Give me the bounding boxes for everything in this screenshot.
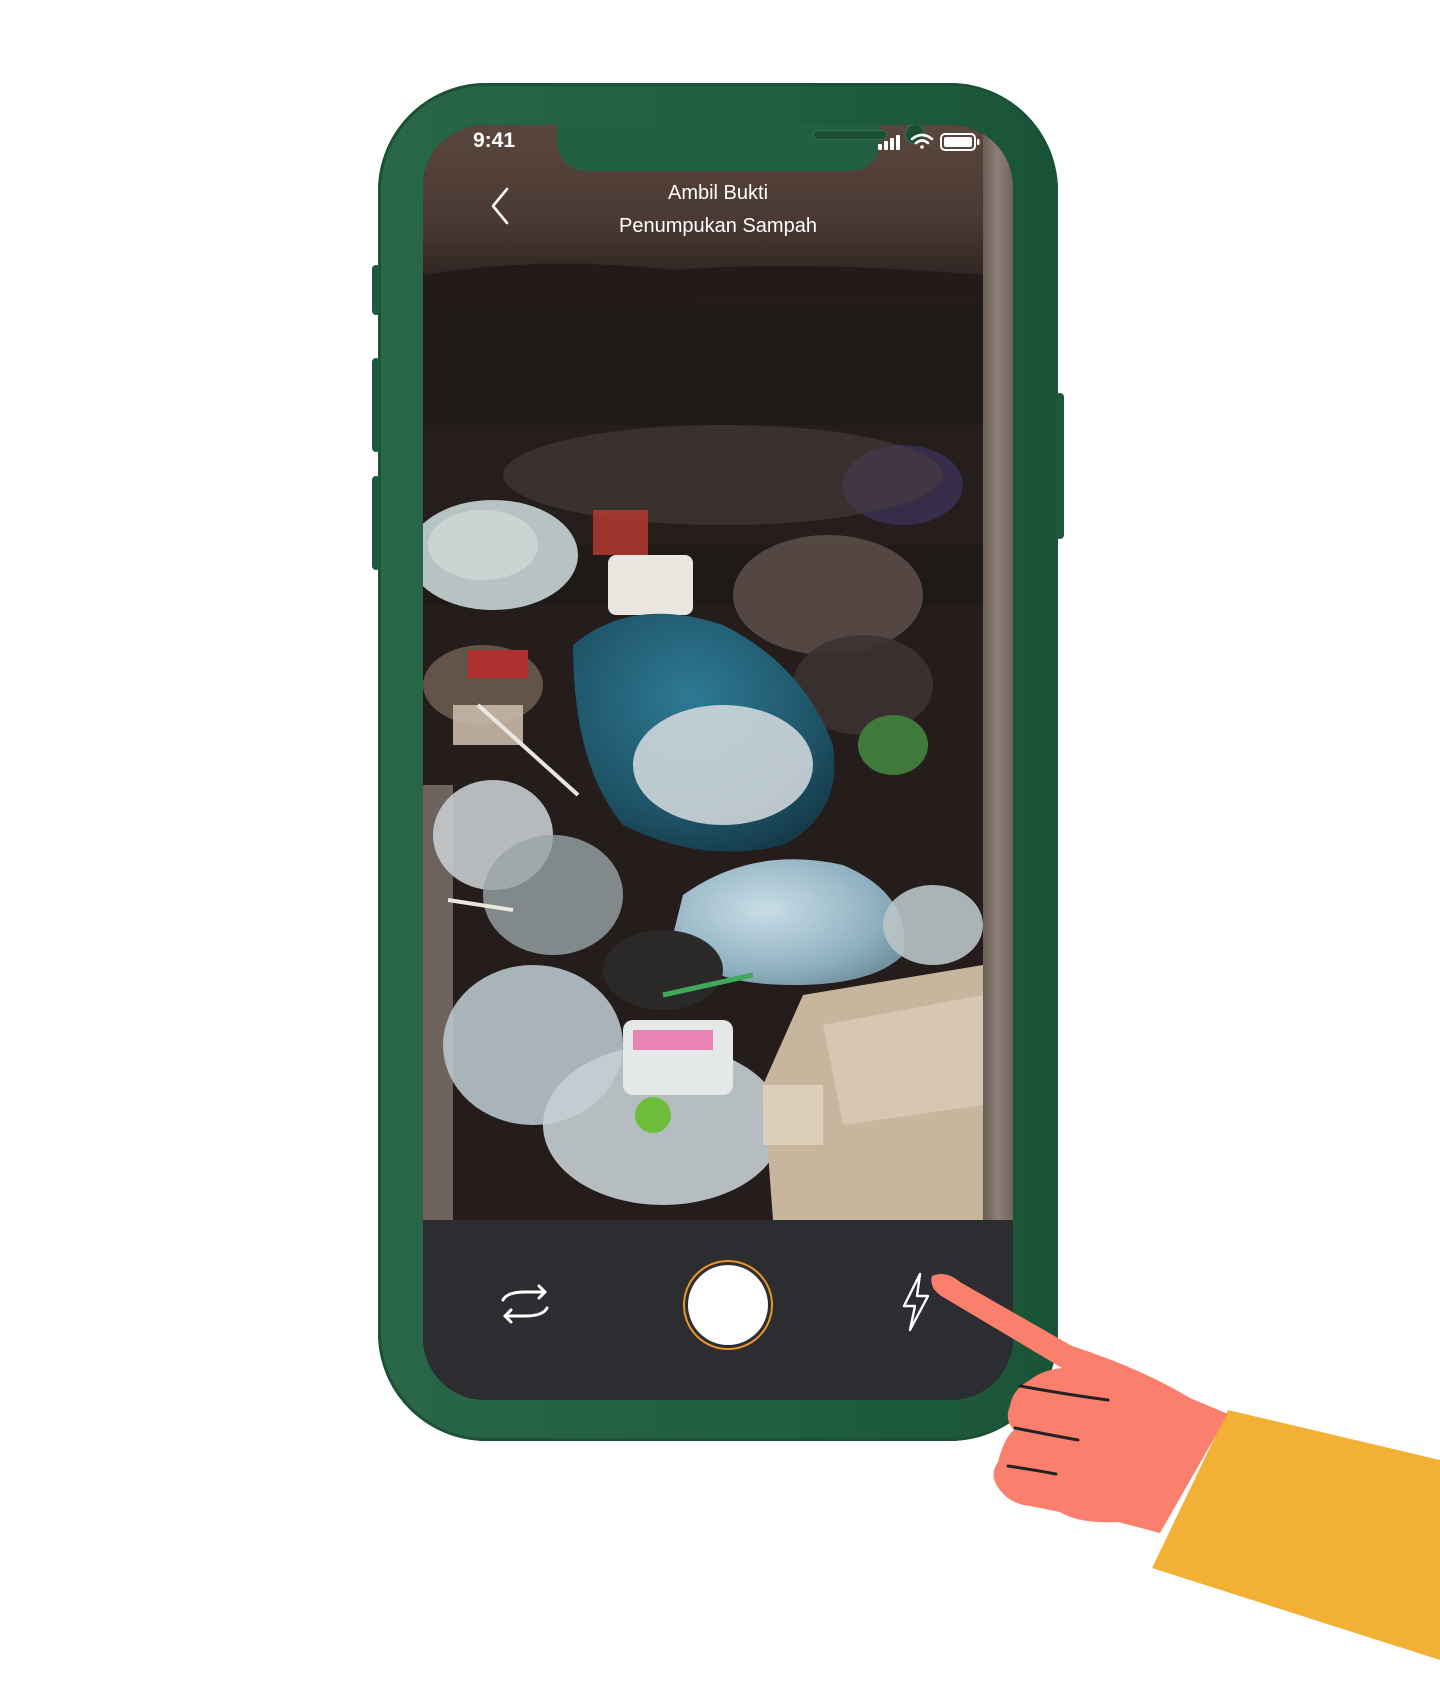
shutter-inner <box>688 1265 768 1345</box>
flash-icon[interactable] <box>898 1272 934 1332</box>
camera-switch-icon[interactable] <box>497 1282 553 1326</box>
phone-volume-up-button <box>372 358 380 452</box>
phone-volume-down-button <box>372 476 380 570</box>
signal-icon <box>878 135 900 150</box>
phone-action-button <box>372 265 380 315</box>
status-icons <box>878 133 980 151</box>
camera-viewfinder[interactable] <box>423 125 1013 1220</box>
phone-power-button <box>1056 393 1064 539</box>
wifi-icon <box>910 133 934 149</box>
page-title-line-2: Penumpukan Sampah <box>619 215 817 237</box>
camera-screen: 9:41 Ambil Bukti Penumpukan Sampah <box>423 125 1013 1400</box>
chevron-left-icon[interactable] <box>483 183 519 229</box>
phone-notch <box>557 125 924 171</box>
battery-icon <box>940 133 980 151</box>
page-title: Ambil Bukti Penumpukan Sampah <box>533 177 903 243</box>
status-time: 9:41 <box>473 129 516 152</box>
page-title-line-1: Ambil Bukti <box>667 182 769 204</box>
camera-control-bar <box>423 1220 1013 1400</box>
sleeve <box>1152 1410 1440 1660</box>
speaker-grille <box>814 131 886 139</box>
shutter-button[interactable] <box>683 1260 773 1350</box>
